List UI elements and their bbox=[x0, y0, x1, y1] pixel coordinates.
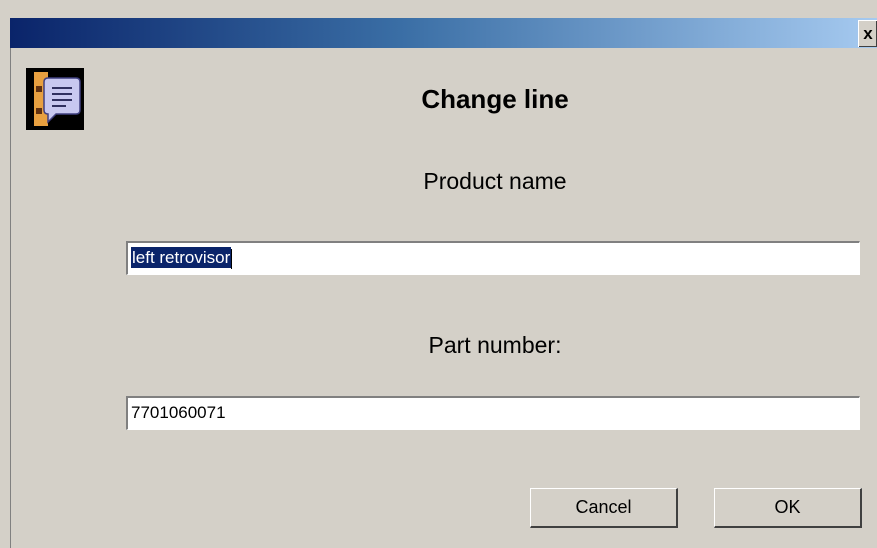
title-bar[interactable]: x bbox=[10, 18, 877, 48]
product-name-value: left retrovisor bbox=[131, 247, 232, 268]
product-name-label: Product name bbox=[423, 168, 567, 194]
part-number-input[interactable]: 7701060071 bbox=[126, 396, 860, 430]
close-button[interactable]: x bbox=[858, 20, 877, 47]
window-border bbox=[10, 48, 11, 548]
part-number-label: Part number: bbox=[428, 332, 562, 358]
cancel-button[interactable]: Cancel bbox=[530, 488, 678, 528]
dialog-message-icon bbox=[26, 68, 84, 130]
part-number-value: 7701060071 bbox=[131, 403, 226, 422]
text-caret bbox=[231, 248, 233, 269]
dialog-title: Change line bbox=[421, 84, 569, 114]
ok-button[interactable]: OK bbox=[714, 488, 862, 528]
change-line-dialog: x Change line Product name left retrovis… bbox=[0, 0, 877, 548]
product-name-input[interactable]: left retrovisor bbox=[126, 241, 860, 275]
